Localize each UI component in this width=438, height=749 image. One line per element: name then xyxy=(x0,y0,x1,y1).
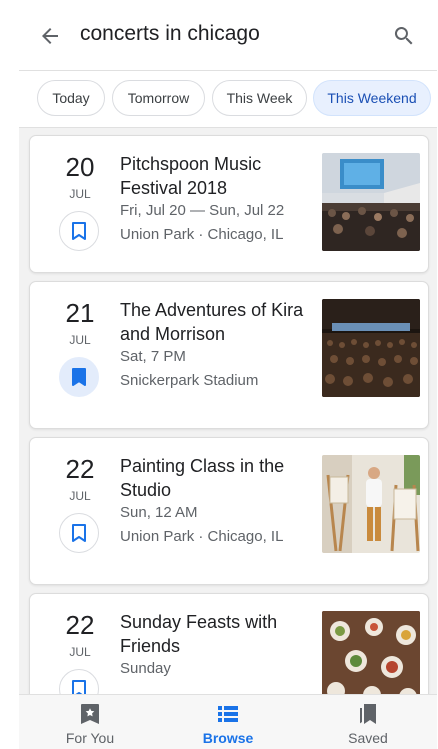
event-month: JUL xyxy=(69,333,91,347)
bookmark-button-saved[interactable] xyxy=(59,357,99,397)
bookmark-outline-icon xyxy=(72,524,86,542)
event-month: JUL xyxy=(69,645,91,659)
event-title: The Adventures of Kira and Morrison xyxy=(120,300,304,344)
back-arrow-icon[interactable] xyxy=(38,24,62,48)
event-title: Painting Class in the Studio xyxy=(120,456,285,500)
event-time: Sunday xyxy=(120,660,171,677)
bookmark-button[interactable] xyxy=(59,211,99,251)
date-filter-chips: Today Tomorrow This Week This Weekend xyxy=(19,71,437,128)
event-card[interactable]: 20 JUL Pitchspoon Music Festival 2018 Fr… xyxy=(29,135,429,273)
event-month: JUL xyxy=(69,489,91,503)
event-title: Pitchspoon Music Festival 2018 xyxy=(120,154,262,198)
event-venue: Union Park · Chicago, IL xyxy=(120,226,284,243)
chip-today[interactable]: Today xyxy=(37,80,105,116)
event-time: Sun, 12 AM xyxy=(120,504,198,521)
event-card[interactable]: 21 JUL The Adventures of Kira and Morris… xyxy=(29,281,429,429)
event-venue: Snickerpark Stadium xyxy=(120,372,259,389)
chip-tomorrow[interactable]: Tomorrow xyxy=(112,80,205,116)
chip-this-week[interactable]: This Week xyxy=(212,80,307,116)
painting-studio-photo xyxy=(322,455,420,553)
nav-browse[interactable]: Browse xyxy=(173,695,283,749)
nav-for-you[interactable]: For You xyxy=(35,695,145,749)
event-time: Sat, 7 PM xyxy=(120,348,186,365)
nav-saved[interactable]: Saved xyxy=(313,695,423,749)
event-day: 21 xyxy=(65,298,95,328)
nav-label: Saved xyxy=(348,730,388,746)
for-you-icon xyxy=(81,704,99,724)
event-day: 22 xyxy=(65,610,95,640)
nav-label: For You xyxy=(65,730,115,746)
saved-bookmarks-icon xyxy=(360,704,376,724)
event-day: 20 xyxy=(65,152,95,182)
bookmark-filled-icon xyxy=(72,368,86,386)
app-screen: concerts in chicago Today Tomorrow This … xyxy=(19,0,437,749)
event-venue: Union Park · Chicago, IL xyxy=(120,528,284,545)
event-day: 22 xyxy=(65,454,95,484)
concert-hall-audience-photo xyxy=(322,299,420,397)
chip-this-weekend[interactable]: This Weekend xyxy=(313,80,431,116)
bottom-navigation: For You Browse Saved xyxy=(19,694,437,749)
event-card[interactable]: 22 JUL Painting Class in the Studio Sun,… xyxy=(29,437,429,585)
festival-crowd-photo xyxy=(322,153,420,251)
search-bar: concerts in chicago xyxy=(19,0,437,71)
bookmark-outline-icon xyxy=(72,222,86,240)
event-title: Sunday Feasts with Friends xyxy=(120,612,278,656)
browse-list-icon xyxy=(218,706,238,722)
nav-label: Browse xyxy=(202,730,254,746)
event-month: JUL xyxy=(69,187,91,201)
search-query[interactable]: concerts in chicago xyxy=(80,22,260,46)
bookmark-button[interactable] xyxy=(59,513,99,553)
search-icon[interactable] xyxy=(392,24,416,48)
event-date-range: Fri, Jul 20 — Sun, Jul 22 xyxy=(120,202,285,219)
